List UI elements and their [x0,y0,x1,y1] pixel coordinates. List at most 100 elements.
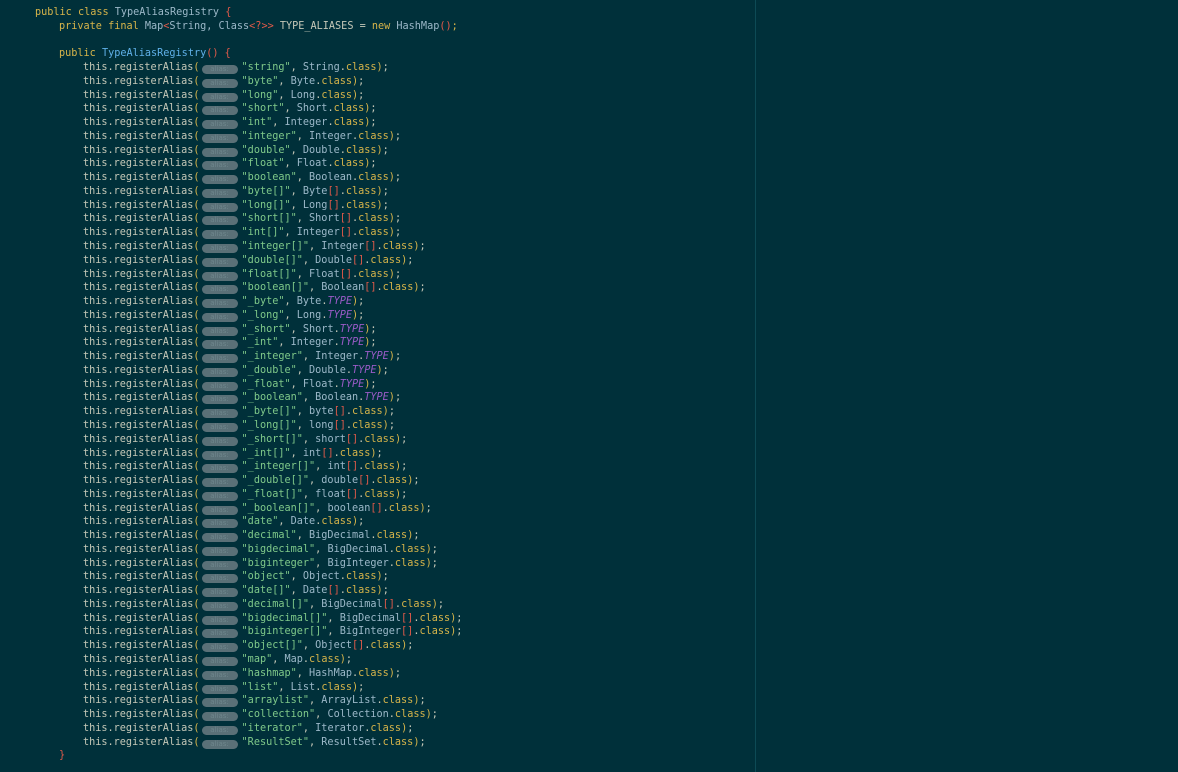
open-paren: ( [193,254,200,266]
method-call: this.registerAlias [83,406,194,418]
method-call: this.registerAlias [83,419,194,431]
type-name: Byte [290,75,316,87]
type-name: Long [302,199,328,211]
method-call: this.registerAlias [83,392,194,404]
register-alias-line: this.registerAlias(alias: "_float[]", flo… [0,488,462,502]
open-paren: ( [193,185,200,197]
open-paren: ( [193,681,200,693]
method-call: this.registerAlias [83,695,194,707]
code-lines: public class TypeAliasRegistry { private… [0,6,462,763]
semicolon: ; [419,241,426,253]
method-call: this.registerAlias [83,488,194,500]
method-call: this.registerAlias [83,144,194,156]
alias-string: "_integer" [241,351,303,363]
open-paren: ( [193,488,200,500]
parameter-hint-alias: alias: [201,643,238,653]
array-brackets: [] [345,461,359,473]
register-alias-line: this.registerAlias(alias: "_long[]", long… [0,419,462,433]
type-name: float [315,488,346,500]
class-literal: class [321,516,352,528]
ctor-parens: () [206,48,219,60]
array-brackets: [] [333,406,346,418]
array-brackets: [] [327,585,340,597]
semicolon: ; [358,75,365,87]
alias-string: "bigdecimal" [241,543,316,555]
comma: , [296,364,310,376]
open-paren: ( [193,640,200,652]
class-literal: class [333,103,365,115]
type-constant: TYPE [327,309,352,321]
parameter-hint-alias: alias: [201,367,238,377]
class-literal: class [401,598,432,610]
type-name: Date [290,516,316,528]
semicolon: ; [431,557,438,569]
array-brackets: [] [358,475,371,487]
array-brackets: [] [339,213,352,225]
alias-string: "bigdecimal[]" [241,612,328,624]
register-alias-line: this.registerAlias(alias: "boolean[]", Bo… [0,281,462,295]
open-paren: ( [193,433,200,445]
alias-string: "long" [241,89,279,101]
register-alias-line: this.registerAlias(alias: "_short[]", sho… [0,433,462,447]
array-brackets: [] [382,598,395,610]
parameter-hint-alias: alias: [201,725,238,735]
open-paren: ( [193,475,200,487]
open-paren: ( [193,447,200,459]
register-alias-line: this.registerAlias(alias: "byte", Byte.cl… [0,75,462,89]
semicolon: ; [382,571,389,583]
comma: , [309,736,322,748]
code-editor[interactable]: public class TypeAliasRegistry { private… [0,0,756,772]
type-constant: TYPE [327,296,352,308]
generic-type-string: String, [169,20,219,32]
register-alias-line: this.registerAlias(alias: "_boolean[]", b… [0,502,462,516]
register-alias-line: this.registerAlias(alias: "bigdecimal[]",… [0,612,462,626]
parameter-hint-alias: alias: [201,739,238,749]
type-name: BigInteger [339,626,402,638]
method-call: this.registerAlias [83,598,194,610]
register-alias-line: this.registerAlias(alias: "long", Long.cl… [0,89,462,103]
parameter-hint-alias: alias: [201,271,238,281]
open-paren: ( [193,543,200,555]
method-call: this.registerAlias [83,185,194,197]
hashmap-parens: () [439,20,452,32]
alias-string: "int" [241,117,273,129]
method-call: this.registerAlias [83,158,194,170]
type-name: Integer [296,227,340,239]
alias-string: "decimal" [241,530,297,542]
comma: , [315,502,328,514]
parameter-hint-alias: alias: [201,422,238,432]
class-literal: class [358,268,389,280]
register-alias-line: this.registerAlias(alias: "short[]", Shor… [0,212,462,226]
open-paren: ( [193,364,200,376]
semicolon: ; [419,695,426,707]
register-alias-line: this.registerAlias(alias: "_int[]", int[]… [0,447,462,461]
open-paren: ( [193,667,200,679]
comma: , [302,488,316,500]
comma: , [302,254,316,266]
type-name: Map [284,653,303,665]
register-alias-line: this.registerAlias(alias: "boolean", Bool… [0,171,462,185]
method-call: this.registerAlias [83,502,194,514]
register-alias-line: this.registerAlias(alias: "_double", Doub… [0,364,462,378]
alias-string: "_double" [241,364,297,376]
alias-string: "_float[]" [241,488,303,500]
parameter-hint-alias: alias: [201,285,238,295]
register-alias-line: this.registerAlias(alias: "_integer[]", i… [0,460,462,474]
register-alias-line: this.registerAlias(alias: "collection", C… [0,708,462,722]
open-paren: ( [193,461,200,473]
type-name: Date [302,585,328,597]
open-paren: ( [193,585,200,597]
class-literal: class [358,213,389,225]
semicolon: ; [431,543,438,555]
semicolon: ; [376,447,383,459]
class-literal: class [345,62,377,74]
method-call: this.registerAlias [83,309,194,321]
type-name: short [315,433,346,445]
semicolon: ; [382,185,389,197]
semicolon: ; [394,268,402,280]
alias-string: "long[]" [241,199,291,211]
register-alias-line: this.registerAlias(alias: "object[]", Obj… [0,639,462,653]
alias-string: "iterator" [241,722,303,734]
comma: , [296,268,310,280]
parameter-hint-alias: alias: [201,615,238,625]
